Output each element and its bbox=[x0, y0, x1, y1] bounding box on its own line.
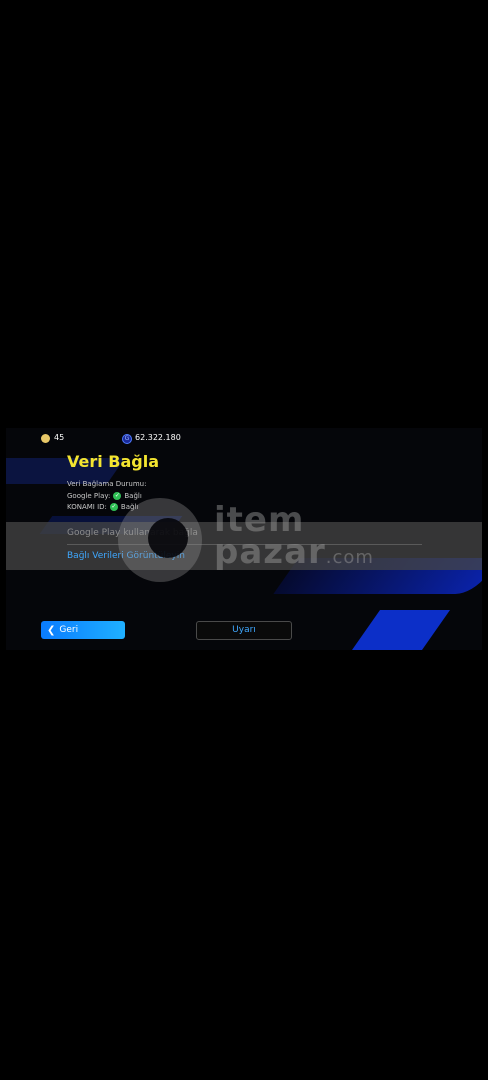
status-label: Veri Bağlama Durumu: bbox=[67, 480, 147, 488]
status-service: Google Play: bbox=[67, 492, 111, 500]
status-row-google-play: Google Play: ✓ Bağlı bbox=[67, 492, 142, 500]
watermark-text: pazar.com bbox=[214, 532, 374, 572]
status-service: KONAMI ID: bbox=[67, 503, 107, 511]
status-row-konami-id: KONAMI ID: ✓ Bağlı bbox=[67, 503, 138, 511]
gp-count: 62.322.180 bbox=[135, 433, 181, 442]
check-icon: ✓ bbox=[109, 503, 118, 511]
background-stripe bbox=[351, 610, 451, 650]
page-title: Veri Bağla bbox=[67, 452, 160, 471]
back-button[interactable]: ❮ Geri bbox=[41, 621, 125, 639]
check-icon: ✓ bbox=[113, 492, 122, 500]
coin-icon bbox=[41, 434, 50, 443]
chevron-left-icon: ❮ bbox=[47, 624, 56, 636]
currency-bar: 45 G 62.322.180 bbox=[6, 428, 482, 450]
warning-button[interactable]: Uyarı bbox=[196, 621, 292, 640]
data-link-screen: 45 G 62.322.180 Veri Bağla Veri Bağlama … bbox=[6, 428, 482, 650]
back-label: Geri bbox=[59, 625, 79, 635]
gp-icon: G bbox=[122, 434, 132, 444]
watermark-logo-icon bbox=[118, 498, 202, 582]
coin-count: 45 bbox=[54, 433, 65, 442]
status-state: Bağlı bbox=[124, 492, 142, 500]
